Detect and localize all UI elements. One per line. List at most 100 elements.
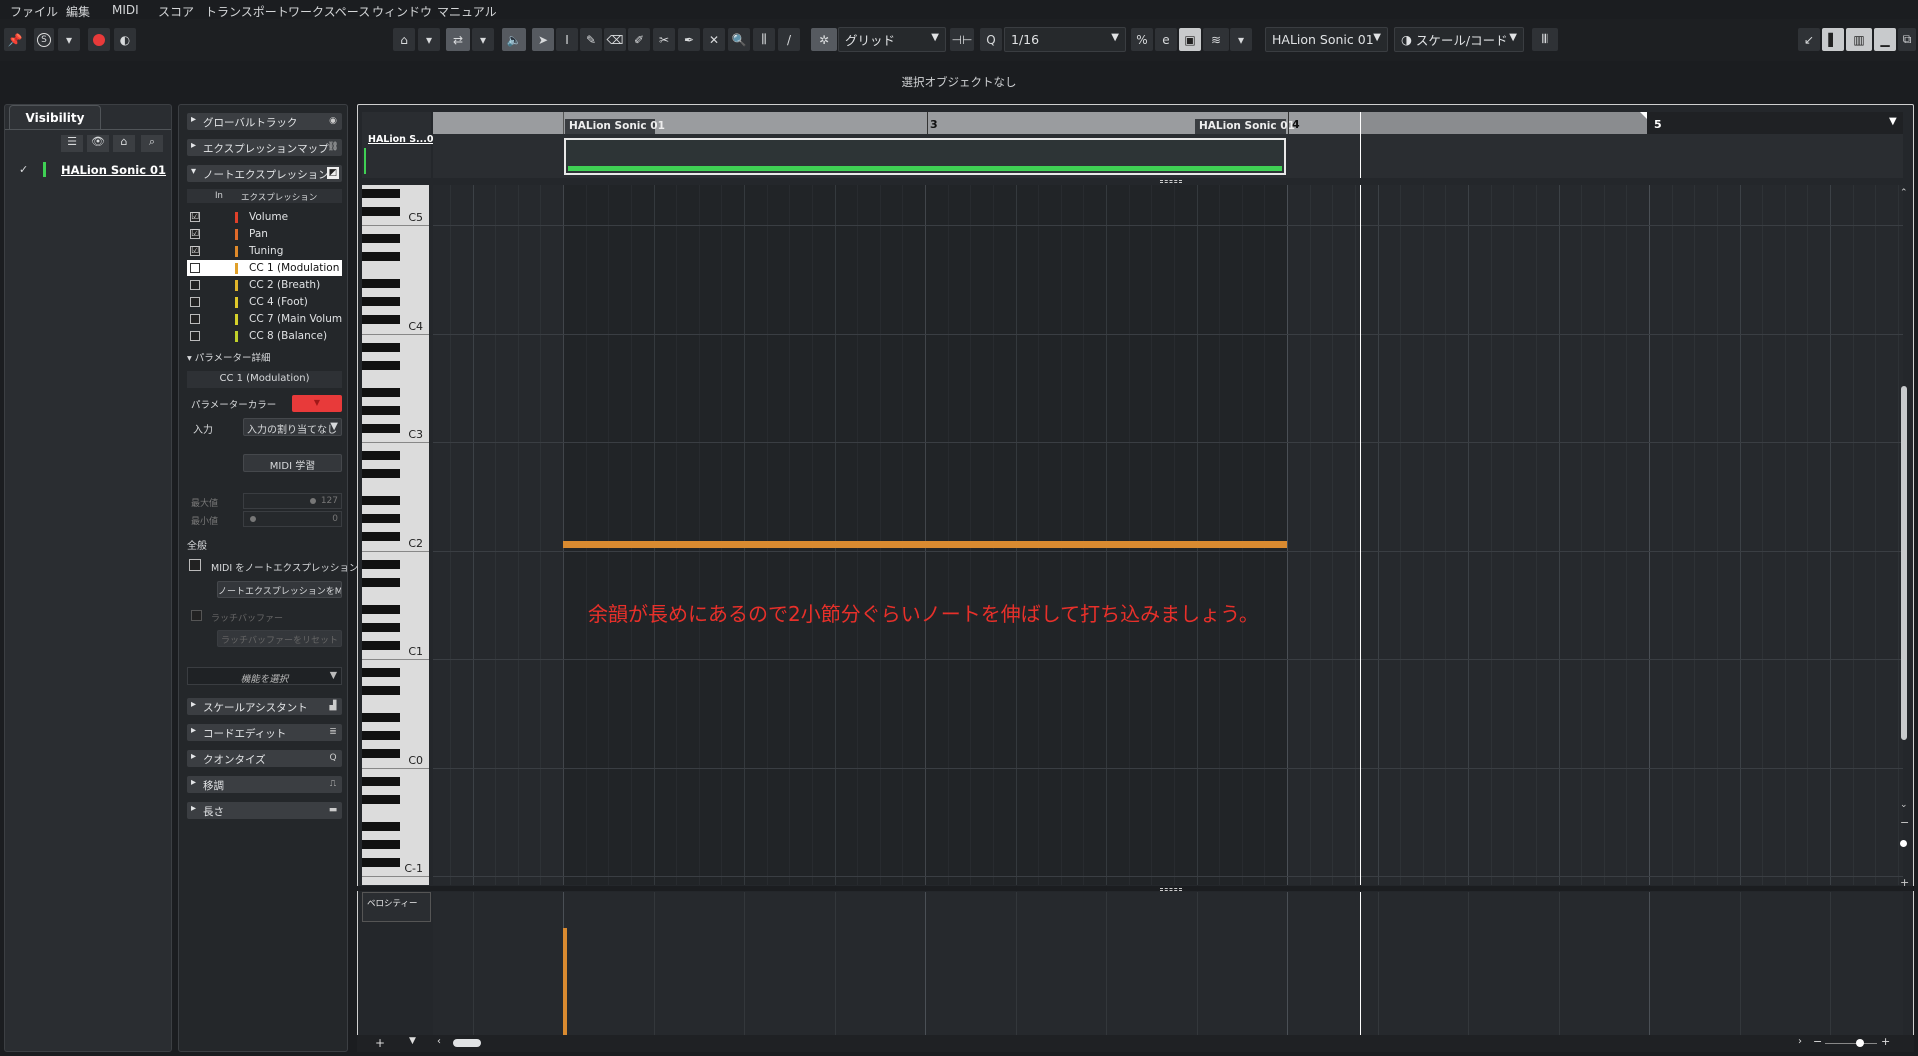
ruler-menu-icon[interactable]: ▼ [1889, 116, 1897, 127]
black-key[interactable] [362, 469, 400, 478]
zoom-out-icon[interactable]: − [1813, 1035, 1822, 1048]
splitter-handle[interactable] [1160, 888, 1182, 891]
black-key[interactable] [362, 532, 400, 541]
glue-icon[interactable]: ✒ [678, 28, 700, 51]
checkbox[interactable] [190, 280, 200, 290]
black-key[interactable] [362, 424, 400, 433]
black-key[interactable] [362, 686, 400, 695]
home-icon[interactable]: ⌂ [113, 135, 135, 152]
section-expression-map[interactable]: エクスプレッションマップ⛓ [187, 139, 342, 156]
scroll-down-icon[interactable]: ⌄ [1900, 800, 1908, 810]
snap-type-select[interactable]: グリッド ▼ [838, 27, 946, 52]
checkbox[interactable] [190, 263, 200, 273]
param-color-button[interactable]: ▼ [292, 395, 342, 412]
vertical-scrollbar[interactable]: ⌃ ⌄ − + [1899, 188, 1909, 889]
black-key[interactable] [362, 252, 400, 261]
layer-dropdown[interactable]: ▾ [1230, 28, 1252, 51]
expression-row[interactable]: CC 4 (Foot) [187, 294, 342, 310]
scroll-left-icon[interactable]: ‹ [437, 1036, 441, 1047]
checkbox[interactable] [190, 297, 200, 307]
erase-icon[interactable]: ⌫ [604, 28, 626, 51]
black-key[interactable] [362, 713, 400, 722]
black-key[interactable] [362, 388, 400, 397]
zoom-knob[interactable] [1900, 840, 1907, 847]
menu-transport[interactable]: トランスポート [205, 3, 289, 20]
draw-icon[interactable]: ✎ [580, 28, 602, 51]
part-mode-dropdown[interactable]: ▾ [472, 28, 494, 51]
split-icon[interactable]: ✂ [653, 28, 675, 51]
black-key[interactable] [362, 777, 400, 786]
section-scale-assistant[interactable]: スケールアシスタント ▟ [187, 698, 342, 715]
line-tool-icon[interactable]: ⫼ [753, 28, 775, 51]
latch-buffer-checkbox[interactable] [191, 610, 202, 621]
black-key[interactable] [362, 514, 400, 523]
latch-reset-button[interactable]: ラッチバッファーをリセット [217, 630, 342, 647]
black-key[interactable] [362, 641, 400, 650]
menu-score[interactable]: スコア [158, 3, 194, 20]
range-select-icon[interactable]: I [556, 28, 578, 51]
track-row[interactable]: ✓ HALion Sonic 01 [5, 161, 171, 180]
black-key[interactable] [362, 578, 400, 587]
expression-row[interactable]: CC 7 (Main Volum [187, 311, 342, 327]
min-slider[interactable]: 0 [243, 511, 342, 527]
section-global-track[interactable]: グローバルトラック ◉ [187, 113, 342, 130]
expression-row-selected[interactable]: CC 1 (Modulation [187, 260, 342, 276]
black-key[interactable] [362, 795, 400, 804]
scale-chord-select[interactable]: ◑ スケール/コード ▼ [1394, 27, 1524, 52]
black-key[interactable] [362, 840, 400, 849]
pin-icon[interactable]: 📌 [4, 28, 26, 51]
menu-edit[interactable]: 編集 [66, 3, 90, 20]
acoustic-feedback-icon[interactable]: 🔈 [502, 28, 526, 51]
black-key[interactable] [362, 858, 400, 867]
solo-button[interactable]: S [34, 28, 54, 51]
black-key[interactable] [362, 343, 400, 352]
note-grid[interactable] [433, 185, 1903, 986]
black-key[interactable] [362, 822, 400, 831]
window-icon[interactable]: ⧉ [1898, 28, 1916, 51]
black-key[interactable] [362, 623, 400, 632]
trim-icon[interactable]: ✐ [628, 28, 650, 51]
black-key[interactable] [362, 189, 400, 198]
scroll-up-icon[interactable]: ⌃ [1900, 188, 1908, 198]
max-slider[interactable]: 127 [243, 493, 342, 509]
checkbox[interactable] [190, 314, 200, 324]
black-key[interactable] [362, 361, 400, 370]
black-key[interactable] [362, 207, 400, 216]
autoscroll-icon[interactable]: ⌂ [393, 28, 415, 51]
black-key[interactable] [362, 234, 400, 243]
toggle-view-icon[interactable]: ▣ [1179, 28, 1201, 51]
expression-row[interactable]: CC 8 (Balance) [187, 328, 342, 344]
black-key[interactable] [362, 279, 400, 288]
layer-icon[interactable]: ≋ [1203, 28, 1229, 51]
scroll-right-icon[interactable]: › [1798, 1036, 1802, 1047]
arrow-icon[interactable]: ↙ [1798, 28, 1820, 51]
black-key[interactable] [362, 749, 400, 758]
quantize-select[interactable]: 1/16 ▼ [1004, 27, 1126, 52]
track-select[interactable]: HALion Sonic 01 ▼ [1265, 27, 1388, 52]
autoscroll-dropdown[interactable]: ▾ [418, 28, 440, 51]
visibility-tab[interactable]: Visibility [9, 105, 101, 129]
monitor-button[interactable]: ◐ [114, 28, 136, 51]
object-select-icon[interactable]: ➤ [532, 28, 554, 51]
section-transpose[interactable]: 移調 ⎍ [187, 776, 342, 793]
black-key[interactable] [362, 731, 400, 740]
swing-icon[interactable]: % [1131, 28, 1153, 51]
zoom-in-icon[interactable]: + [1900, 876, 1909, 889]
zoom-icon[interactable]: 🔍 [728, 28, 750, 51]
splitter-handle[interactable] [1160, 180, 1182, 183]
list-icon[interactable]: ☰ [61, 135, 83, 152]
zoom-out-icon[interactable]: − [1900, 816, 1909, 829]
expression-row[interactable]: ☑ Tuning [187, 243, 342, 259]
zoom-knob[interactable] [1856, 1039, 1864, 1047]
checkbox[interactable]: ☑ [190, 246, 200, 256]
checkbox[interactable]: ☑ [190, 212, 200, 222]
scroll-thumb[interactable] [1901, 386, 1907, 740]
part-mode-icon[interactable]: ⇄ [446, 28, 470, 51]
section-quantize[interactable]: クオンタイズ Q [187, 750, 342, 767]
midi-learn-button[interactable]: MIDI 学習 [243, 454, 342, 472]
ruler[interactable]: HALion Sonic 01 3 HALion Sonic 01 4 5 ▼ [433, 112, 1903, 134]
left-panel-icon[interactable]: ▥ [1846, 28, 1872, 51]
velocity-label[interactable]: ベロシティー [362, 892, 431, 922]
function-select[interactable]: 機能を選択 ▼ [187, 667, 342, 685]
menu-window[interactable]: ウィンドウ [372, 3, 432, 20]
